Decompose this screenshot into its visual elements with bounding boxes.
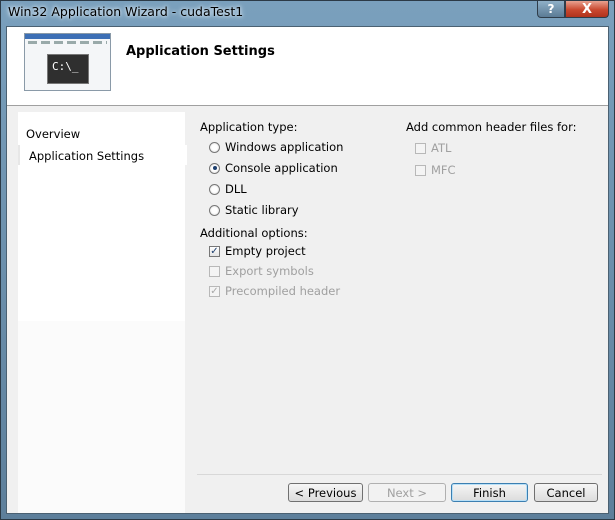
checkbox-mfc: MFC <box>415 163 456 177</box>
icon-console-window: C:\_ <box>47 54 89 84</box>
checkbox-label: MFC <box>431 163 456 177</box>
page-title: Application Settings <box>126 44 275 59</box>
radio-label: Windows application <box>225 140 344 154</box>
radio-windows-application[interactable]: Windows application <box>209 140 343 154</box>
checkbox-label: Empty project <box>225 244 306 258</box>
close-button[interactable]: X <box>565 1 609 18</box>
help-button[interactable]: ? <box>537 1 565 18</box>
checkbox-export-symbols: Export symbols <box>209 264 314 278</box>
checkbox-atl: ATL <box>415 141 451 155</box>
finish-button[interactable]: Finish <box>451 483 528 502</box>
radio-static-library[interactable]: Static library <box>209 203 299 217</box>
radio-button-selected[interactable] <box>209 162 220 174</box>
icon-titlebar <box>25 34 110 39</box>
header-banner: C:\_ Application Settings <box>7 27 608 105</box>
nav-item-application-settings[interactable]: Application Settings <box>29 149 144 163</box>
icon-menubar <box>28 41 107 44</box>
header-files-label: Add common header files for: <box>406 120 577 134</box>
radio-label: Console application <box>225 161 338 175</box>
wizard-window: Win32 Application Wizard - cudaTest1 ? X… <box>0 0 615 520</box>
checkbox-disabled-checked: ✓ <box>209 285 220 297</box>
cancel-button[interactable]: Cancel <box>534 483 598 502</box>
next-button: Next > <box>368 483 446 502</box>
radio-label: DLL <box>225 182 247 196</box>
additional-options-label: Additional options: <box>200 226 308 240</box>
checkbox-label: ATL <box>431 141 452 155</box>
wizard-client-area: C:\_ Application Settings Overview Appli… <box>6 26 609 514</box>
nav-item-overview[interactable]: Overview <box>26 127 80 141</box>
radio-label: Static library <box>225 203 299 217</box>
checkbox-label: Export symbols <box>225 264 314 278</box>
console-app-icon: C:\_ <box>24 33 111 91</box>
window-title: Win32 Application Wizard - cudaTest1 <box>8 4 244 19</box>
checkbox-disabled <box>209 265 220 277</box>
checkbox-disabled <box>415 164 426 176</box>
title-bar[interactable]: Win32 Application Wizard - cudaTest1 ? X <box>1 1 614 23</box>
previous-button[interactable]: < Previous <box>288 483 363 502</box>
radio-button[interactable] <box>209 183 220 195</box>
wizard-body: Overview Application Settings Applicatio… <box>7 106 608 513</box>
radio-button[interactable] <box>209 141 220 153</box>
checkbox-disabled <box>415 142 426 154</box>
radio-button[interactable] <box>209 204 220 216</box>
checkbox-empty-project[interactable]: ✓ Empty project <box>209 244 306 258</box>
nav-lower-area <box>18 321 185 513</box>
checkbox-checked[interactable]: ✓ <box>209 245 220 257</box>
checkbox-label: Precompiled header <box>225 284 341 298</box>
checkbox-precompiled-header: ✓ Precompiled header <box>209 284 340 298</box>
button-divider <box>197 474 602 475</box>
radio-console-application[interactable]: Console application <box>209 161 338 175</box>
radio-dll[interactable]: DLL <box>209 182 247 196</box>
app-type-label: Application type: <box>200 120 298 134</box>
